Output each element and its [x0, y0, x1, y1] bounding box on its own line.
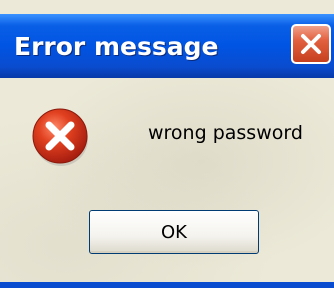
- close-icon: [301, 34, 321, 54]
- error-dialog: Error message wrong password OK: [0, 0, 334, 288]
- error-icon: [32, 108, 88, 166]
- dialog-body: wrong password OK: [0, 78, 334, 288]
- close-button[interactable]: [291, 24, 331, 64]
- ok-button[interactable]: OK: [89, 210, 259, 254]
- window-bottom-border: [0, 282, 334, 288]
- title-bar[interactable]: Error message: [0, 14, 334, 78]
- dialog-title: Error message: [14, 32, 219, 61]
- error-message: wrong password: [148, 122, 303, 144]
